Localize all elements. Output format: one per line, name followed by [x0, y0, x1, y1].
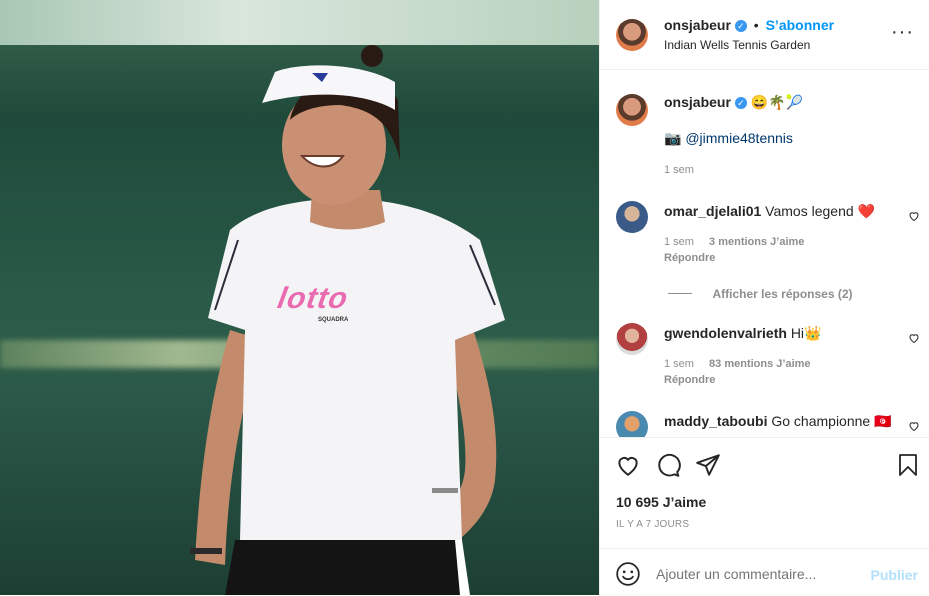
avatar[interactable]: [616, 19, 648, 51]
header-separator: •: [753, 17, 759, 33]
avatar[interactable]: [616, 94, 648, 126]
caption-time[interactable]: 1 sem: [664, 164, 694, 176]
reply-button[interactable]: Répondre: [664, 374, 715, 386]
like-heart-icon[interactable]: [908, 210, 920, 222]
avatar[interactable]: [616, 201, 648, 233]
shirt-sublogo: SQUADRA: [318, 317, 349, 323]
shirt-logo: lotto: [275, 282, 351, 315]
comment-likes[interactable]: 3 mentions J’aime: [709, 236, 804, 248]
post-timestamp[interactable]: IL Y A 7 JOURS: [616, 519, 689, 530]
post-details-panel: onsjabeur ✓ • S’abonner Indian Wells Tenn…: [599, 0, 929, 595]
comment-bubble-icon[interactable]: [655, 452, 681, 478]
post-location[interactable]: Indian Wells Tennis Garden: [664, 38, 810, 52]
comment-time[interactable]: 1 sem: [664, 236, 694, 248]
comment-text: Go championne 🇹🇳: [771, 413, 892, 429]
like-heart-icon[interactable]: [615, 452, 641, 478]
comment-row: omar_djelali01 Vamos legend ❤️: [664, 203, 884, 220]
replies-divider: [668, 293, 692, 295]
post-actions: 10 695 J’aime IL Y A 7 JOURS: [600, 437, 929, 548]
post-photo[interactable]: lotto SQUADRA: [0, 0, 599, 595]
verified-badge-icon: ✓: [734, 20, 747, 33]
camera-icon: 📷: [664, 130, 682, 146]
like-heart-icon[interactable]: [908, 332, 920, 344]
comment-row: gwendolenvalrieth Hi👑: [664, 325, 884, 342]
caption-username[interactable]: onsjabeur: [664, 94, 731, 110]
caption-text: 😄🌴🎾: [750, 94, 804, 110]
emoji-smiley-icon[interactable]: [615, 561, 641, 587]
publish-button[interactable]: Publier: [871, 567, 918, 583]
comments-list[interactable]: onsjabeur ✓ 😄🌴🎾 📷 @jimmie48tennis 1 sem o…: [600, 70, 929, 437]
view-replies[interactable]: Afficher les réponses (2): [668, 285, 853, 303]
post-header: onsjabeur ✓ • S’abonner Indian Wells Tenn…: [600, 0, 929, 70]
comment-time[interactable]: 1 sem: [664, 358, 694, 370]
comment-text: Hi👑: [790, 325, 822, 341]
comment-row: maddy_taboubi Go championne 🇹🇳: [664, 413, 894, 430]
comment-username[interactable]: gwendolenvalrieth: [664, 325, 787, 341]
share-paper-plane-icon[interactable]: [695, 452, 721, 478]
verified-badge-icon: ✓: [734, 97, 747, 110]
avatar[interactable]: [616, 323, 648, 355]
comment-username[interactable]: maddy_taboubi: [664, 413, 767, 429]
comment-likes[interactable]: 83 mentions J’aime: [709, 358, 811, 370]
more-horizontal-icon[interactable]: ···: [891, 22, 914, 42]
likes-count[interactable]: 10 695 J’aime: [616, 494, 706, 510]
like-heart-icon[interactable]: [908, 420, 920, 432]
view-replies-label[interactable]: Afficher les réponses (2): [712, 287, 852, 301]
follow-button[interactable]: S’abonner: [766, 17, 834, 33]
caption-mention-link[interactable]: @jimmie48tennis: [685, 130, 793, 146]
reply-button[interactable]: Répondre: [664, 252, 715, 264]
bookmark-icon[interactable]: [896, 452, 920, 478]
comment-username[interactable]: omar_djelali01: [664, 203, 761, 219]
header-username[interactable]: onsjabeur: [664, 17, 731, 33]
comment-input[interactable]: [654, 562, 858, 586]
add-comment-bar: Publier: [600, 548, 929, 596]
comment-text: Vamos legend ❤️: [765, 203, 875, 219]
avatar[interactable]: [616, 411, 648, 437]
